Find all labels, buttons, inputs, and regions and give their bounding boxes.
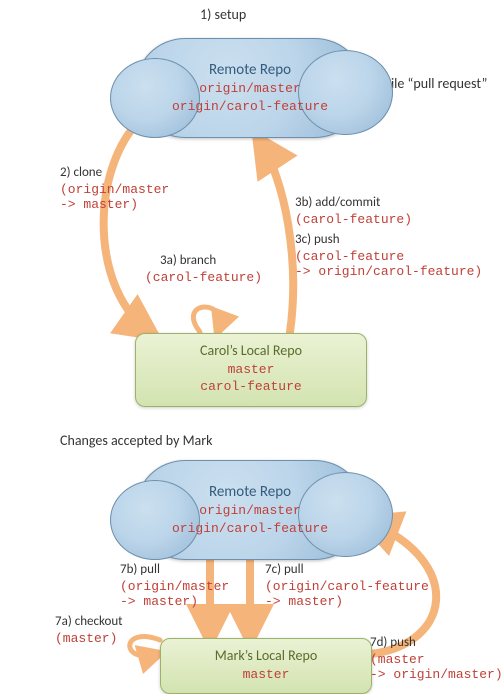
carol-branch-2: carol-feature (146, 378, 356, 396)
step-1-label: 1) setup (200, 6, 246, 24)
remote-branch-2-bottom: origin/carol-feature (135, 520, 365, 538)
carol-repo-title: Carol’s Local Repo (146, 342, 356, 361)
step-2-detail-2: -> master) (60, 197, 138, 213)
step-7c-detail-1: (origin/carol-feature (265, 579, 429, 595)
step-7d-detail-1: (master (370, 652, 425, 668)
mark-branch-1: master (171, 666, 361, 684)
step-2-detail-1: (origin/master (60, 182, 169, 198)
step-7a-label: 7a) checkout (55, 614, 123, 630)
step-7d-label: 7d) push (370, 635, 416, 651)
carol-branch-1: master (146, 361, 356, 379)
step-3c-detail-1: (carol-feature (295, 249, 404, 265)
mark-local-repo: Mark’s Local Repo master (160, 638, 372, 694)
remote-branch-1: origin/master (135, 80, 365, 98)
step-3a-detail: (carol-feature) (145, 270, 262, 286)
step-7b-label: 7b) pull (120, 562, 160, 578)
step-2-label: 2) clone (60, 165, 102, 181)
remote-repo-top: Remote Repo origin/master origin/carol-f… (135, 38, 365, 138)
mark-repo-title: Mark’s Local Repo (171, 647, 361, 666)
step-7d-detail-2: -> origin/master) (370, 667, 503, 683)
step-3b-label: 3b) add/commit (295, 195, 380, 211)
section-title: Changes accepted by Mark (60, 432, 213, 450)
step-3c-detail-2: -> origin/carol-feature) (295, 264, 482, 280)
step-7c-detail-2: -> master) (265, 594, 343, 610)
remote-repo-bottom: Remote Repo origin/master origin/carol-f… (135, 460, 365, 560)
remote-title-bottom: Remote Repo (135, 482, 365, 502)
step-3b-detail: (carol-feature) (295, 212, 412, 228)
step-7c-label: 7c) pull (265, 562, 304, 578)
carol-local-repo: Carol’s Local Repo master carol-feature (135, 333, 367, 407)
step-7b-detail-2: -> master) (120, 594, 198, 610)
remote-title: Remote Repo (135, 60, 365, 80)
step-3a-label: 3a) branch (160, 253, 216, 269)
step-3c-label: 3c) push (295, 232, 340, 248)
remote-branch-1-bottom: origin/master (135, 502, 365, 520)
remote-branch-2: origin/carol-feature (135, 98, 365, 116)
step-7a-detail: (master) (55, 631, 117, 647)
step-7b-detail-1: (origin/master (120, 579, 229, 595)
